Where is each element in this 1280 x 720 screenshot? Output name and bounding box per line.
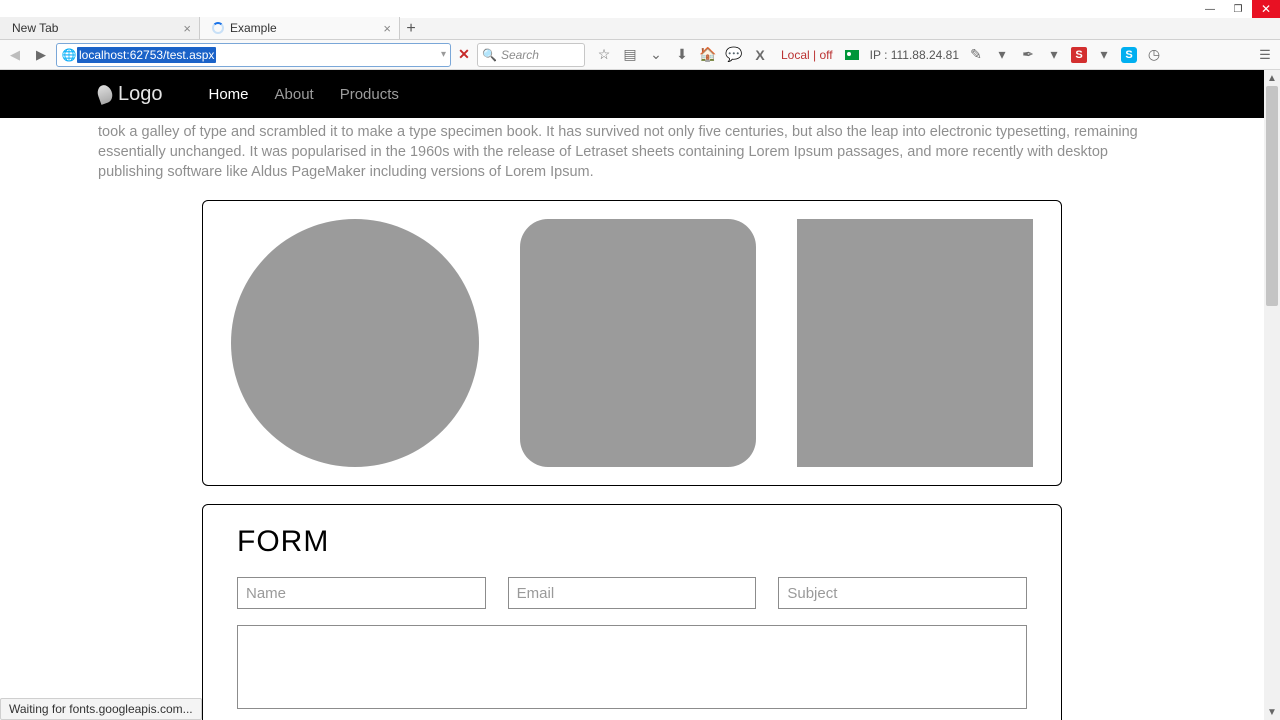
downloads-icon[interactable]: ⬇ <box>673 46 691 64</box>
site-navbar: Logo Home About Products <box>0 70 1264 118</box>
colorpicker-icon[interactable]: ✒ <box>1019 46 1037 64</box>
window-maximize-button[interactable]: ❐ <box>1224 0 1252 18</box>
window-titlebar: — ❐ ✕ <box>0 0 1280 18</box>
vertical-scrollbar[interactable]: ▲ ▼ <box>1264 70 1280 720</box>
flame-icon <box>95 83 114 105</box>
tab-new-tab[interactable]: New Tab × <box>0 17 200 39</box>
window-close-button[interactable]: ✕ <box>1252 0 1280 18</box>
email-field[interactable] <box>508 577 757 609</box>
nav-products[interactable]: Products <box>340 86 399 103</box>
tab-label: Example <box>230 21 277 35</box>
dropdown-icon[interactable]: ▾ <box>1095 46 1113 64</box>
square-shape <box>797 219 1033 467</box>
url-text: localhost:62753/test.aspx <box>77 47 216 63</box>
intro-paragraph: took a galley of type and scrambled it t… <box>0 118 1264 192</box>
chat-icon[interactable]: 💬 <box>725 46 743 64</box>
url-dropdown-icon[interactable]: ▾ <box>441 49 446 60</box>
status-text: Waiting for fonts.googleapis.com... <box>9 702 193 716</box>
local-status[interactable]: Local | off <box>781 48 833 62</box>
country-flag-icon <box>845 50 859 60</box>
loading-spinner-icon <box>212 22 224 34</box>
extension-icon[interactable]: ✎ <box>967 46 985 64</box>
subject-field[interactable] <box>778 577 1027 609</box>
search-placeholder: Search <box>501 48 539 62</box>
reading-list-icon[interactable]: ▤ <box>621 46 639 64</box>
nav-home[interactable]: Home <box>209 86 249 103</box>
message-field[interactable] <box>237 625 1027 709</box>
close-tab-icon[interactable]: × <box>183 21 191 36</box>
close-tab-icon[interactable]: × <box>383 21 391 36</box>
page-viewport: Logo Home About Products took a galley o… <box>0 70 1280 720</box>
new-tab-button[interactable]: + <box>400 19 422 39</box>
site-identity-icon[interactable]: 🌐 <box>61 48 77 62</box>
form-panel: FORM Send <box>202 504 1062 720</box>
toolbar-icons: ☆ ▤ ⌄ ⬇ 🏠 💬 X Local | off IP : 111.88.24… <box>595 46 1163 64</box>
status-bar: Waiting for fonts.googleapis.com... <box>0 698 202 720</box>
form-heading: FORM <box>237 525 1027 559</box>
circle-shape <box>231 219 479 467</box>
shapes-panel <box>202 200 1062 486</box>
logo-text: Logo <box>118 83 163 106</box>
site-logo[interactable]: Logo <box>98 83 163 106</box>
extension-x-icon[interactable]: X <box>751 46 769 64</box>
browser-toolbar: ◀ ▶ 🌐 localhost:62753/test.aspx ▾ ✕ 🔍 Se… <box>0 40 1280 70</box>
home-icon[interactable]: 🏠 <box>699 46 717 64</box>
scroll-up-icon[interactable]: ▲ <box>1264 70 1280 86</box>
sync-icon[interactable]: ◷ <box>1145 46 1163 64</box>
tab-example[interactable]: Example × <box>200 17 400 39</box>
dropdown-icon[interactable]: ▾ <box>993 46 1011 64</box>
skype-icon[interactable]: S <box>1121 47 1137 63</box>
ip-address-label: IP : 111.88.24.81 <box>870 48 959 62</box>
name-field[interactable] <box>237 577 486 609</box>
tab-label: New Tab <box>12 21 58 35</box>
stop-loading-button[interactable]: ✕ <box>455 46 473 63</box>
menu-button[interactable]: ☰ <box>1254 44 1276 66</box>
forward-button[interactable]: ▶ <box>30 44 52 66</box>
url-bar[interactable]: 🌐 localhost:62753/test.aspx ▾ <box>56 43 451 67</box>
extension-s-icon[interactable]: S <box>1071 47 1087 63</box>
bookmark-star-icon[interactable]: ☆ <box>595 46 613 64</box>
scroll-thumb[interactable] <box>1266 86 1278 306</box>
browser-tabs: New Tab × Example × + <box>0 18 1280 40</box>
rounded-square-shape <box>520 219 756 467</box>
pocket-icon[interactable]: ⌄ <box>647 46 665 64</box>
scroll-down-icon[interactable]: ▼ <box>1264 704 1280 720</box>
dropdown-icon[interactable]: ▾ <box>1045 46 1063 64</box>
nav-about[interactable]: About <box>275 86 314 103</box>
search-box[interactable]: 🔍 Search <box>477 43 585 67</box>
back-button[interactable]: ◀ <box>4 44 26 66</box>
search-icon: 🔍 <box>482 48 497 62</box>
window-minimize-button[interactable]: — <box>1196 0 1224 18</box>
